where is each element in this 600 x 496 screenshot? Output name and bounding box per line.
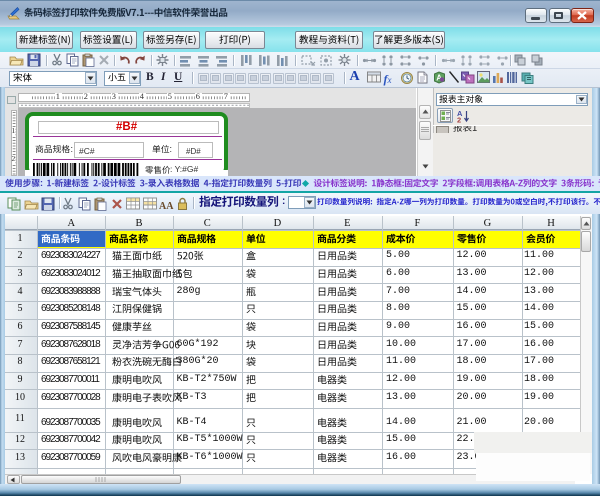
svg-text:2: 2 xyxy=(457,115,461,123)
